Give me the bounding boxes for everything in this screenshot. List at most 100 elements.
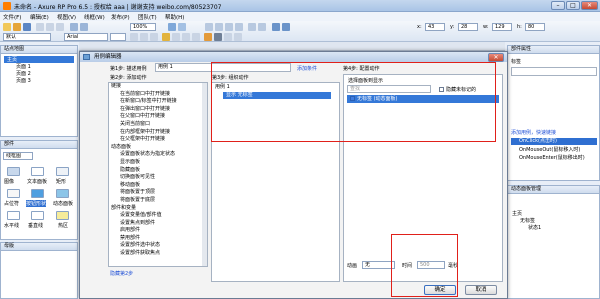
widget-label: 文本面板 [27,179,48,185]
dialog-icon [83,54,90,60]
action-item[interactable]: 设置部件选中状态 [111,242,207,250]
sitemap-page[interactable]: 页面 1 [4,63,77,70]
action-item[interactable]: 在父框架中打开链接 [111,136,207,144]
widget-library-select[interactable]: 线框图 [3,152,33,160]
sitemap-page[interactable]: 页面 2 [4,70,77,77]
menu-view[interactable]: 视图(V) [57,13,76,21]
dynamic-panel-widget-icon[interactable] [56,189,69,198]
widget-label: 矩形 [56,179,67,185]
font-size-select[interactable] [110,33,126,41]
properties-tab[interactable]: 标签 [511,58,521,65]
hotspot-widget-icon[interactable] [56,211,69,220]
step2-label: 第2步: 添加动作 [110,75,147,81]
line-color-icon[interactable] [214,33,222,41]
group-icon[interactable] [205,23,213,31]
vertical-line-widget-icon[interactable] [31,211,44,220]
distribute-icon[interactable] [258,23,266,31]
sitemap-page[interactable]: 页面 3 [4,77,77,84]
menu-edit[interactable]: 编辑(E) [30,13,49,21]
event-onclick[interactable]: OnClick(点击时) [511,138,597,145]
action-item[interactable]: 设置面板状态为指定状态 [111,151,207,159]
send-back-icon[interactable] [235,23,243,31]
add-case-link[interactable]: 添加用例，快速链接 [511,129,556,136]
button-shape-widget-icon[interactable] [31,189,44,198]
event-onmouseenter[interactable]: OnMouseEnter(鼠标移出时) [519,154,585,161]
line-style-icon[interactable] [234,33,242,41]
redo-icon[interactable] [80,23,88,31]
bring-front-icon[interactable] [225,23,233,31]
action-item[interactable]: 在新窗口/标签中打开链接 [111,98,207,106]
ungroup-icon[interactable] [215,23,223,31]
image-widget-icon[interactable] [7,167,20,176]
menu-publish[interactable]: 发布(P) [111,13,130,21]
action-item[interactable]: 将面板置于底层 [111,197,207,205]
action-item[interactable]: 切换面板可见性 [111,174,207,182]
menu-wireframe[interactable]: 线框(W) [84,13,105,21]
align-icon[interactable] [248,23,256,31]
action-item[interactable]: 设置变量值/部件值 [111,212,207,220]
maximize-button[interactable]: □ [566,1,580,10]
w-field[interactable]: 129 [492,23,512,31]
font-color-icon[interactable] [162,33,170,41]
menu-help[interactable]: 帮助(H) [165,13,184,21]
dp-panel[interactable]: 无标签 [512,217,599,224]
undo-icon[interactable] [70,23,78,31]
minimize-button[interactable]: – [551,1,565,10]
zoom-select[interactable]: 100% [130,23,156,31]
open-icon[interactable] [13,23,21,31]
action-list-scrollbar[interactable] [202,83,207,266]
style-select[interactable]: 默认 [3,33,51,41]
menu-file[interactable]: 文件(F) [3,13,21,21]
menu-team[interactable]: 团队(T) [138,13,157,21]
h-label: h: [517,24,522,30]
text-panel-widget-icon[interactable] [31,167,44,176]
h-field[interactable]: 80 [525,23,545,31]
line-width-icon[interactable] [224,33,232,41]
new-icon[interactable] [3,23,11,31]
copy-icon[interactable] [46,23,54,31]
cancel-button[interactable]: 取消 [465,285,497,295]
ok-button[interactable]: 确定 [424,285,456,295]
fill-color-icon[interactable] [204,33,212,41]
rectangle-widget-icon[interactable] [56,167,69,176]
align-left-icon[interactable] [172,33,180,41]
close-button[interactable]: ✕ [581,1,598,10]
action-group[interactable]: 部件和变量 [111,205,207,213]
action-item[interactable]: 在父窗口中打开链接 [111,113,207,121]
label-input[interactable] [511,67,597,76]
dp-root[interactable]: 主页 [512,210,599,217]
x-label: x: [417,24,422,30]
action-item[interactable]: 关闭当前窗口 [111,121,207,129]
dp-state[interactable]: 状态1 [512,224,599,231]
x-field[interactable]: 43 [425,23,445,31]
align-right-icon[interactable] [192,33,200,41]
font-select[interactable]: Arial [64,33,108,41]
underline-icon[interactable] [150,33,158,41]
horizontal-line-widget-icon[interactable] [7,211,20,220]
dialog-close-button[interactable]: ✕ [488,53,504,62]
sitemap-root[interactable]: 主页 [4,56,74,63]
action-item[interactable]: 将面板置于顶层 [111,189,207,197]
preview-icon[interactable] [282,23,290,31]
cut-icon[interactable] [36,23,44,31]
widget-label: 垂直线 [28,223,44,229]
align-center-icon[interactable] [182,33,190,41]
action-item[interactable]: 显示面板 [111,159,207,167]
event-onmouseout[interactable]: OnMouseOut(鼠标移入时) [519,146,580,153]
dynamic-panel-header: 动态面板管理 [508,186,599,194]
italic-icon[interactable] [140,33,148,41]
save-icon[interactable] [23,23,31,31]
connector-icon[interactable] [178,23,186,31]
bold-icon[interactable] [130,33,138,41]
pointer-icon[interactable] [168,23,176,31]
action-group[interactable]: 链接 [111,83,207,91]
publish-icon[interactable] [272,23,280,31]
paste-icon[interactable] [56,23,64,31]
y-field[interactable]: 28 [458,23,478,31]
action-item[interactable]: 设置部件获取焦点 [111,250,207,258]
action-item[interactable]: 隐藏面板 [111,167,207,175]
action-item[interactable]: 启用部件 [111,227,207,235]
hide-step2-link[interactable]: 隐藏第2步 [110,270,133,277]
placeholder-widget-icon[interactable] [7,189,20,198]
y-label: y: [450,24,455,30]
